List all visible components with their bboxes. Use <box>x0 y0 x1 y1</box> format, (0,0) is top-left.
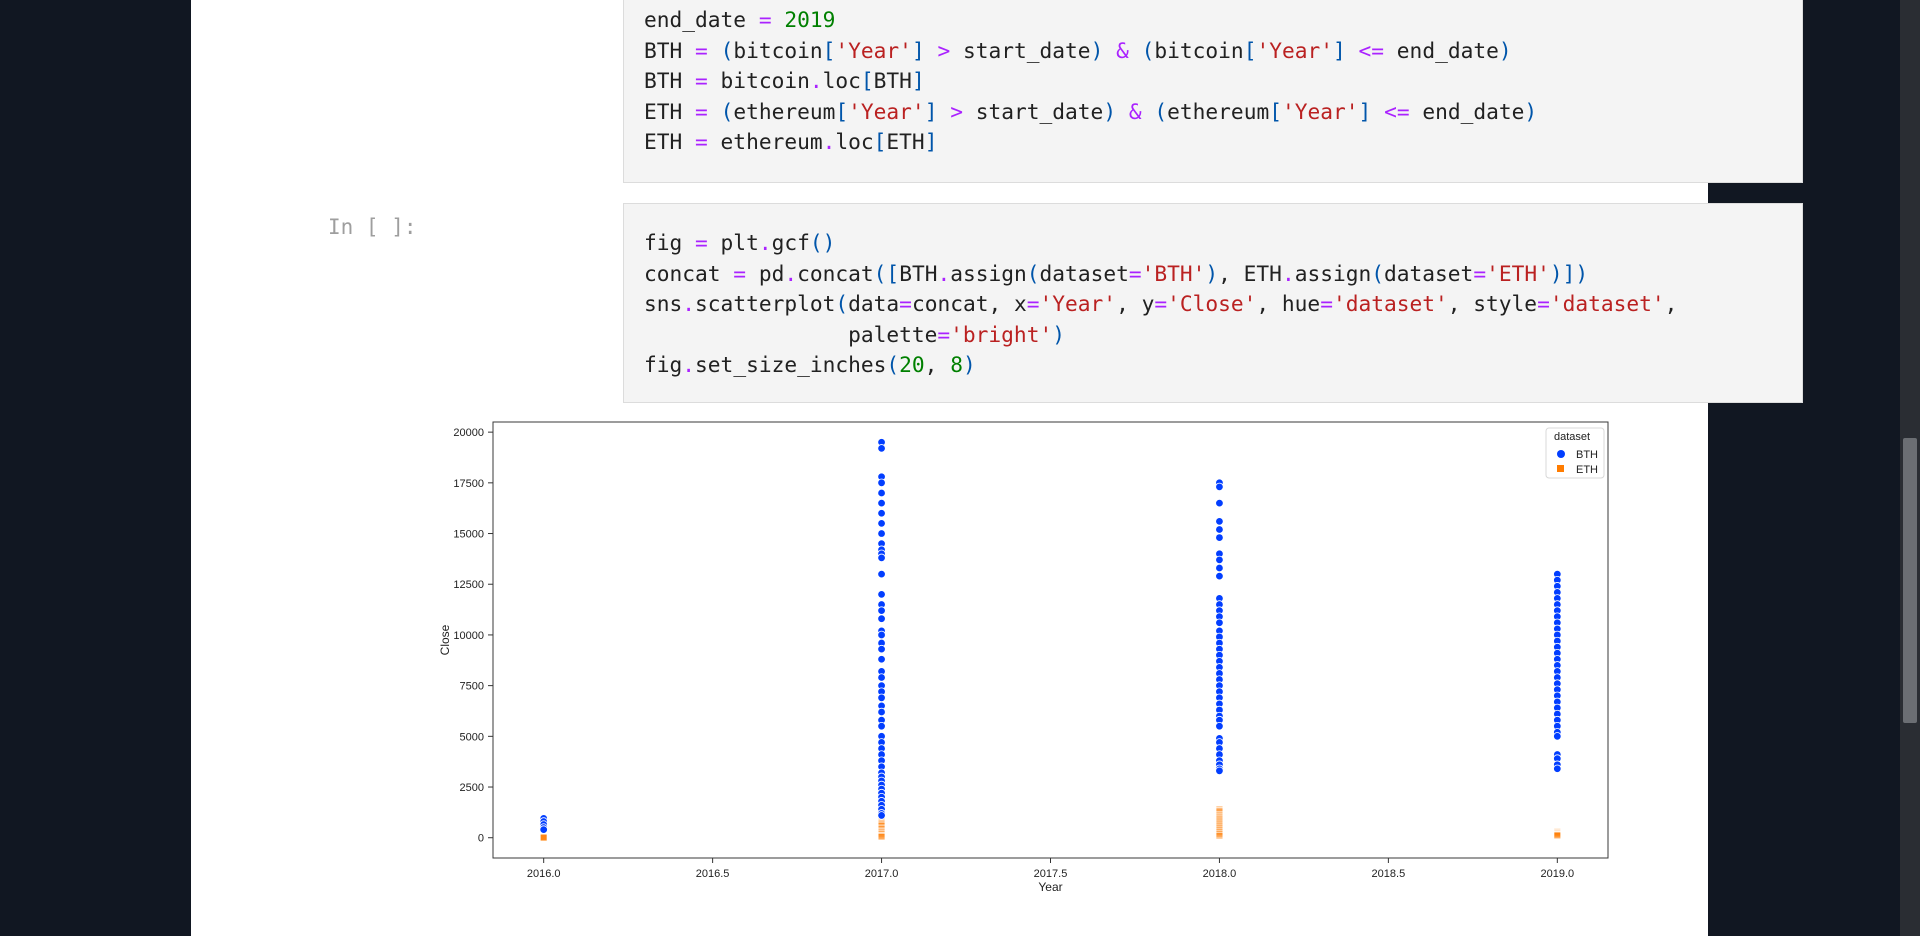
eth-point <box>1215 831 1224 840</box>
x-tick-label: 2017.5 <box>1034 868 1068 880</box>
x-tick-label: 2018.5 <box>1372 868 1406 880</box>
scrollbar-thumb[interactable] <box>1903 438 1917 723</box>
y-tick-label: 12500 <box>453 579 484 591</box>
bth-point <box>539 825 548 834</box>
scatter-chart: 2016.0 2016.5 2017.0 2017.5 2018.0 2018.5 2019… <box>438 421 1609 894</box>
code-cell-2[interactable]: fig = plt.gcf() concat = pd.concat([BTH.a… <box>623 203 1803 403</box>
y-tick-label: 7500 <box>460 681 484 693</box>
bth-point <box>1215 555 1224 565</box>
bth-point <box>877 614 886 623</box>
code-cell-2-source[interactable]: fig = plt.gcf() concat = pd.concat([BTH.a… <box>624 204 1802 381</box>
y-axis-label: Close <box>438 624 452 655</box>
legend-title: dataset <box>1554 431 1590 443</box>
code-line[interactable]: palette='bright') <box>644 320 1802 351</box>
code-cell-1[interactable]: end_date = 2019 BTH = (bitcoin['Year'] > … <box>623 0 1803 183</box>
code-line[interactable]: sns.scatterplot(data=concat, x='Year', y… <box>644 289 1802 320</box>
bth-point <box>877 630 886 640</box>
code-line[interactable]: fig = plt.gcf() <box>644 228 1802 259</box>
bth-point <box>877 519 886 528</box>
bth-point <box>1215 563 1224 573</box>
bth-point <box>877 655 886 664</box>
bth-point <box>1215 533 1224 542</box>
bth-point <box>877 693 886 702</box>
eth-point <box>1553 831 1562 840</box>
y-tick-label: 2500 <box>460 782 484 794</box>
bth-point <box>877 811 886 820</box>
code-line[interactable]: BTH = bitcoin.loc[BTH] <box>644 66 1802 97</box>
code-line[interactable]: concat = pd.concat([BTH.assign(dataset='… <box>644 259 1802 290</box>
plot-area <box>492 421 1609 859</box>
bth-point <box>877 529 886 538</box>
y-tick-label: 0 <box>478 833 484 845</box>
code-line[interactable]: end_date = 2019 <box>644 5 1802 36</box>
bth-point <box>877 478 886 488</box>
x-tick-label: 2019.0 <box>1540 868 1574 880</box>
x-tick-label: 2018.0 <box>1203 868 1237 880</box>
bth-point <box>877 590 886 599</box>
cell-2-output: 2016.0 2016.5 2017.0 2017.5 2018.0 2018.5 2019… <box>427 414 1627 894</box>
y-tick-label: 15000 <box>453 529 484 541</box>
bth-point <box>877 509 886 518</box>
legend-label-eth: ETH <box>1576 464 1598 476</box>
y-tick-label: 20000 <box>453 427 484 439</box>
y-tick-label: 17500 <box>453 478 484 490</box>
bth-point <box>1215 571 1224 581</box>
code-line[interactable]: ETH = ethereum.loc[ETH] <box>644 127 1802 158</box>
code-line[interactable]: BTH = (bitcoin['Year'] > start_date) & (… <box>644 36 1802 67</box>
code-line[interactable]: fig.set_size_inches(20, 8) <box>644 350 1802 381</box>
bth-point <box>1215 498 1224 508</box>
x-tick-label: 2016.0 <box>527 868 561 880</box>
cell-2-prompt: In [ ]: <box>328 215 417 239</box>
bth-point <box>1553 764 1562 773</box>
bth-point <box>877 673 886 682</box>
legend-marker-bth <box>1557 450 1565 458</box>
code-line[interactable]: ETH = (ethereum['Year'] > start_date) & … <box>644 97 1802 128</box>
x-tick-label: 2017.0 <box>865 868 899 880</box>
bth-point <box>877 498 886 508</box>
y-tick-label: 10000 <box>453 630 484 642</box>
bth-point <box>1553 732 1562 741</box>
bth-point <box>877 444 886 453</box>
bth-point <box>877 644 886 654</box>
x-axis-label: Year <box>1038 880 1062 894</box>
code-cell-1-source[interactable]: end_date = 2019 BTH = (bitcoin['Year'] > … <box>624 0 1802 158</box>
bth-point <box>877 721 886 731</box>
bth-point <box>877 488 886 498</box>
eth-point <box>539 833 548 842</box>
bth-point <box>877 606 886 615</box>
eth-point <box>877 832 886 841</box>
bth-point <box>1215 618 1224 627</box>
bth-point <box>877 707 886 717</box>
legend-marker-eth <box>1557 465 1564 472</box>
x-tick-label: 2016.5 <box>696 868 730 880</box>
bth-point <box>1215 766 1224 775</box>
bth-point <box>1215 482 1224 492</box>
bth-point <box>877 553 886 563</box>
legend-label-bth: BTH <box>1576 449 1598 461</box>
bth-point <box>877 569 886 579</box>
vertical-scrollbar[interactable] <box>1900 0 1920 936</box>
bth-point <box>1215 721 1224 731</box>
bth-point <box>1215 525 1224 534</box>
bth-point <box>1215 517 1224 526</box>
y-tick-label: 5000 <box>460 731 484 743</box>
